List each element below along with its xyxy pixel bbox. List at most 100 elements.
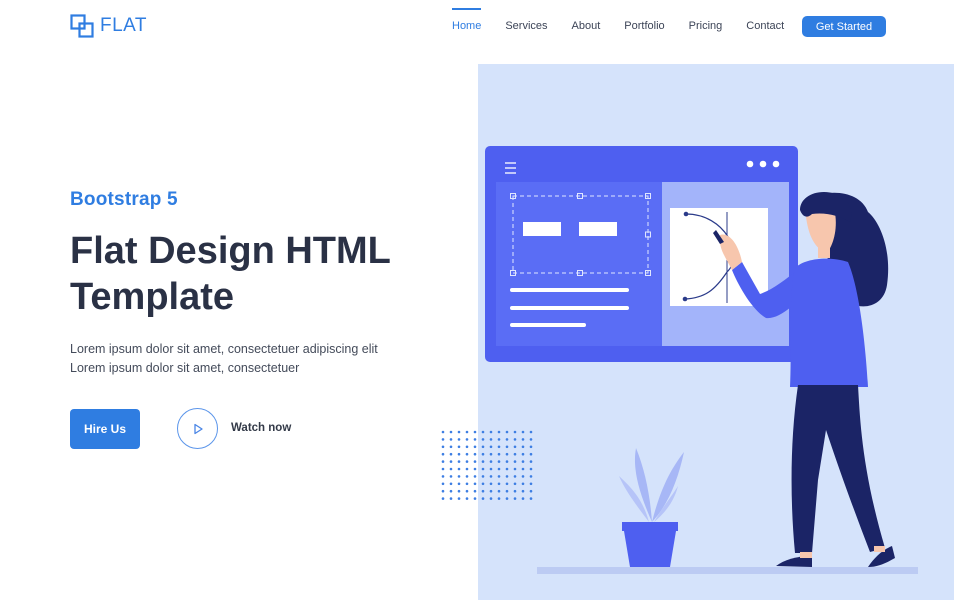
- decor-dot: [529, 452, 533, 456]
- decor-dot: [497, 452, 501, 456]
- decor-dot: [457, 497, 461, 500]
- decor-dot: [513, 452, 517, 456]
- decor-dot: [529, 430, 533, 434]
- decor-dot: [497, 430, 501, 434]
- decor-dot: [497, 475, 501, 478]
- decor-dot: [529, 497, 533, 500]
- decor-dot: [513, 497, 517, 500]
- placeholder-line: [510, 288, 629, 292]
- decor-dot: [465, 445, 469, 449]
- decor-dot: [513, 467, 517, 471]
- decor-dot: [441, 438, 445, 441]
- play-icon: [193, 423, 203, 434]
- decor-dot: [441, 467, 445, 471]
- hero-title-line-2: Template: [70, 276, 235, 318]
- overlapping-squares-icon: [70, 14, 94, 38]
- placeholder-block: [523, 222, 561, 236]
- decor-dot: [457, 460, 461, 463]
- decor-dot: [505, 497, 509, 500]
- decor-dot: [457, 489, 461, 493]
- decor-dot: [497, 460, 501, 463]
- decor-dot: [481, 497, 485, 500]
- decor-dot: [481, 452, 485, 456]
- decor-dot: [529, 489, 533, 493]
- potted-plant: [619, 448, 684, 567]
- decor-dot: [481, 482, 485, 486]
- decor-dot: [489, 497, 493, 500]
- decor-dot: [457, 467, 461, 471]
- decor-dot: [521, 489, 525, 493]
- decor-dot: [481, 460, 485, 463]
- decor-dot: [457, 430, 461, 434]
- decor-dot: [489, 438, 493, 441]
- decor-dot: [473, 452, 477, 456]
- hire-us-button[interactable]: Hire Us: [70, 409, 140, 449]
- decor-dot: [457, 438, 461, 441]
- decor-dot: [513, 475, 517, 478]
- decor-dot: [465, 438, 469, 441]
- decor-dot: [505, 475, 509, 478]
- decor-dot: [513, 445, 517, 449]
- play-video-button[interactable]: [177, 408, 218, 449]
- hero-eyebrow: Bootstrap 5: [70, 189, 178, 210]
- hero-lead-line-2: Lorem ipsum dolor sit amet, consectetuer: [70, 361, 300, 375]
- decor-dot: [441, 430, 445, 434]
- decor-dot: [521, 445, 525, 449]
- decor-dot: [449, 445, 453, 449]
- decor-dot: [529, 445, 533, 449]
- nav-item-about[interactable]: About: [572, 12, 601, 40]
- main-nav: Home Services About Portfolio Pricing Co…: [440, 0, 796, 52]
- decor-dot: [505, 438, 509, 441]
- decor-dot: [465, 489, 469, 493]
- decor-dot: [449, 475, 453, 478]
- brand-logo[interactable]: FLAT: [70, 14, 147, 38]
- nav-item-portfolio[interactable]: Portfolio: [624, 12, 664, 40]
- decor-dot: [489, 489, 493, 493]
- decor-dot: [497, 445, 501, 449]
- decor-dot: [529, 482, 533, 486]
- brand-name: FLAT: [100, 15, 148, 36]
- placeholder-line: [510, 323, 586, 327]
- decor-dot: [521, 497, 525, 500]
- decor-dot: [457, 452, 461, 456]
- decor-dot: [465, 460, 469, 463]
- decor-dot: [441, 452, 445, 456]
- decor-dot: [521, 467, 525, 471]
- decor-dot: [497, 438, 501, 441]
- decor-dot: [465, 482, 469, 486]
- decor-dot: [497, 497, 501, 500]
- decor-dot: [449, 497, 453, 500]
- decor-dot: [521, 460, 525, 463]
- nav-item-home[interactable]: Home: [452, 8, 482, 40]
- decor-dot: [529, 475, 533, 478]
- decor-dot: [521, 438, 525, 441]
- decor-dot: [513, 460, 517, 463]
- decor-dot: [505, 452, 509, 456]
- nav-item-pricing[interactable]: Pricing: [689, 12, 723, 40]
- decor-dot: [449, 489, 453, 493]
- floor-line: [537, 567, 918, 574]
- decor-dot: [489, 475, 493, 478]
- decor-dot: [473, 475, 477, 478]
- nav-item-contact[interactable]: Contact: [746, 12, 784, 40]
- decor-dot: [489, 445, 493, 449]
- get-started-button[interactable]: Get Started: [802, 16, 886, 37]
- decor-dot: [481, 438, 485, 441]
- decor-dot: [457, 482, 461, 486]
- decor-dot: [465, 452, 469, 456]
- placeholder-line: [510, 306, 629, 310]
- decor-dot: [481, 489, 485, 493]
- decor-dot: [449, 482, 453, 486]
- landing-page: FLAT Home Services About Portfolio Prici…: [0, 0, 954, 600]
- decor-dot: [465, 430, 469, 434]
- decor-dot: [441, 445, 445, 449]
- decor-dot: [521, 430, 525, 434]
- nav-item-services[interactable]: Services: [505, 12, 547, 40]
- decor-dot: [513, 438, 517, 441]
- decor-dot: [497, 489, 501, 493]
- watch-now-link[interactable]: Watch now: [231, 422, 291, 434]
- decor-dot: [441, 489, 445, 493]
- decor-dot: [449, 430, 453, 434]
- decor-dot: [505, 430, 509, 434]
- decor-dot: [441, 497, 445, 500]
